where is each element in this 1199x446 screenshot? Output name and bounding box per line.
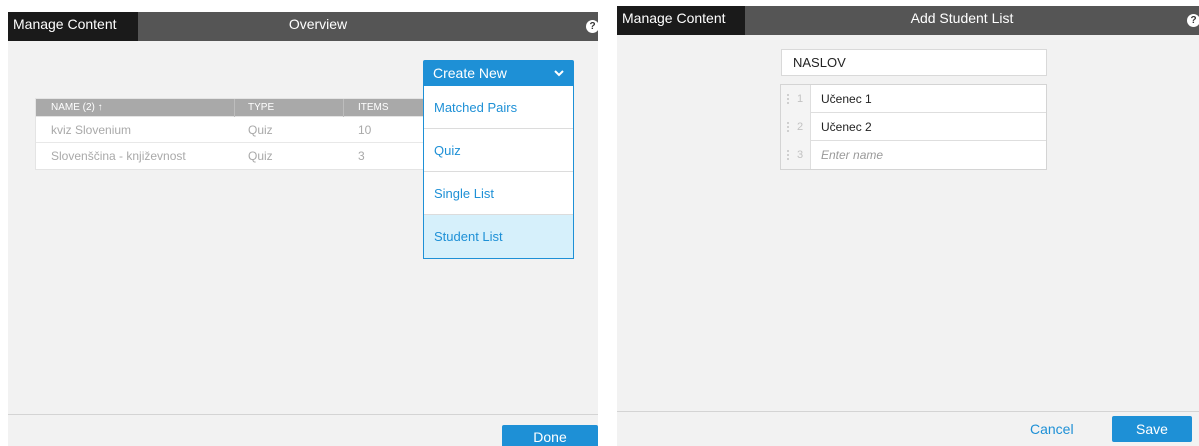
student-name[interactable]: Učenec 1	[821, 85, 872, 113]
page-title: Add Student List	[910, 10, 1014, 26]
bottom-divider	[617, 411, 1199, 412]
row-number: 1	[781, 85, 811, 113]
tab-manage-content[interactable]: Manage Content	[8, 12, 138, 41]
cancel-button[interactable]: Cancel	[1030, 421, 1074, 437]
tab-manage-content[interactable]: Manage Content	[617, 6, 745, 35]
column-header-items[interactable]: ITEMS	[358, 99, 389, 117]
cell-name: Slovenščina - književnost	[51, 149, 186, 163]
help-icon[interactable]: ?	[586, 20, 598, 33]
manage-content-overview-panel: Manage Content Overview ? NAME (2) ↑ TYP…	[8, 12, 598, 446]
list-item[interactable]: 1 Učenec 1	[781, 85, 1046, 113]
top-bar: Manage Content Overview ?	[8, 12, 598, 41]
create-new-dropdown[interactable]: Create New	[423, 60, 574, 86]
table-row[interactable]: kviz Slovenium Quiz 10	[36, 117, 429, 143]
menu-item-student-list[interactable]: Student List	[424, 215, 573, 258]
cell-type: Quiz	[248, 149, 273, 163]
page-title: Overview	[288, 16, 348, 32]
drag-handle-icon[interactable]	[787, 94, 789, 104]
cell-items: 3	[358, 149, 365, 163]
cell-items: 10	[358, 123, 372, 137]
bottom-divider	[8, 414, 598, 415]
top-bar: Manage Content Add Student List ?	[617, 6, 1199, 35]
column-header-type[interactable]: TYPE	[248, 99, 274, 117]
student-list: 1 Učenec 1 2 Učenec 2 3 Enter name	[780, 84, 1047, 170]
new-student-row[interactable]: 3 Enter name	[781, 141, 1046, 169]
help-icon[interactable]: ?	[1187, 14, 1199, 27]
enter-name-input[interactable]: Enter name	[821, 141, 883, 169]
table-row[interactable]: Slovenščina - književnost Quiz 3	[36, 143, 429, 169]
row-number: 3	[781, 141, 811, 169]
list-item[interactable]: 2 Učenec 2	[781, 113, 1046, 141]
menu-item-quiz[interactable]: Quiz	[424, 129, 573, 172]
add-student-list-panel: Manage Content Add Student List ? NASLOV…	[617, 6, 1199, 446]
create-new-menu: Matched Pairs Quiz Single List Student L…	[423, 85, 574, 259]
row-number: 2	[781, 113, 811, 141]
student-name[interactable]: Učenec 2	[821, 113, 872, 141]
drag-handle-icon	[787, 150, 789, 160]
table-header: NAME (2) ↑ TYPE ITEMS	[36, 99, 429, 117]
create-new-label: Create New	[433, 65, 507, 81]
column-header-name[interactable]: NAME (2) ↑	[51, 99, 103, 117]
column-divider	[343, 99, 344, 117]
menu-item-matched-pairs[interactable]: Matched Pairs	[424, 86, 573, 129]
cell-type: Quiz	[248, 123, 273, 137]
done-button[interactable]: Done	[502, 425, 598, 446]
menu-item-single-list[interactable]: Single List	[424, 172, 573, 215]
column-divider	[234, 99, 235, 117]
save-button[interactable]: Save	[1112, 416, 1192, 442]
content-table: NAME (2) ↑ TYPE ITEMS kviz Slovenium Qui…	[35, 98, 430, 170]
cell-name: kviz Slovenium	[51, 123, 132, 137]
list-title-field[interactable]: NASLOV	[781, 49, 1047, 76]
drag-handle-icon[interactable]	[787, 122, 789, 132]
chevron-down-icon	[554, 70, 564, 77]
